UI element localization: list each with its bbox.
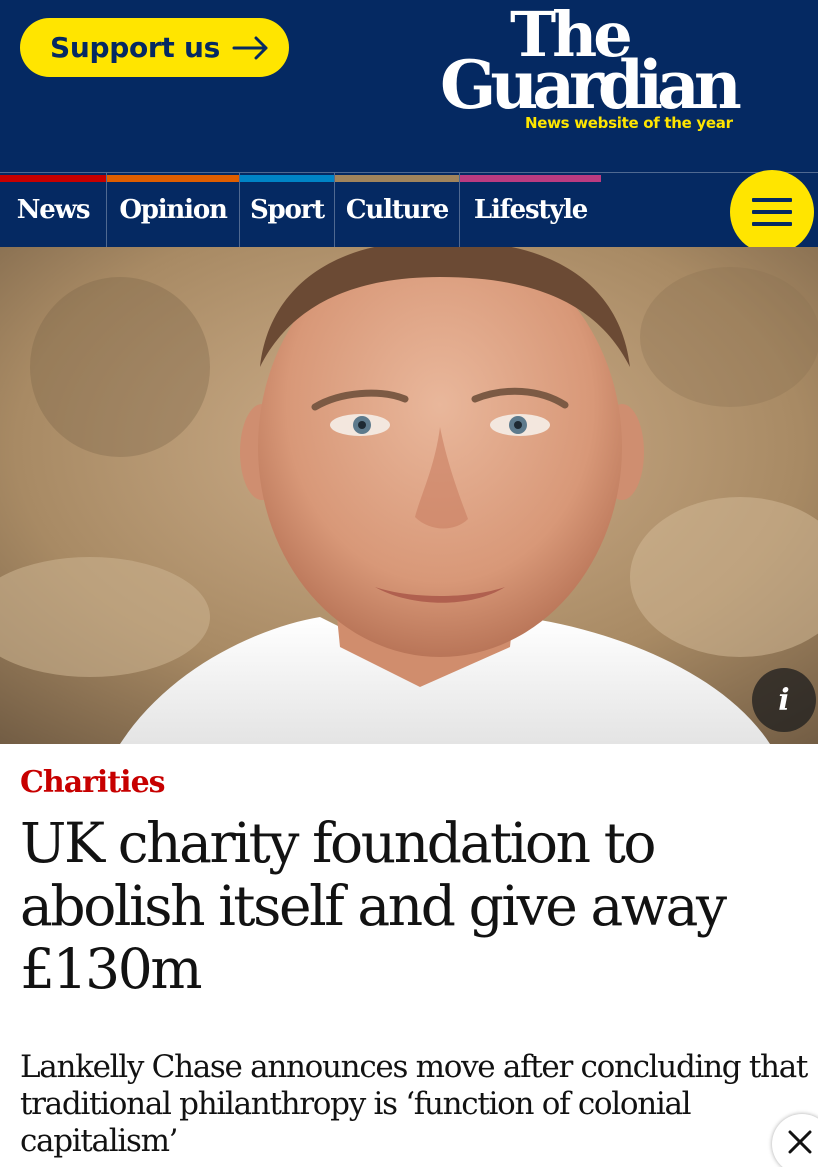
section-kicker[interactable]: Charities <box>20 765 166 800</box>
hamburger-icon-bar-1 <box>752 198 792 202</box>
article-headline: UK charity foundation to abolish itself … <box>20 811 727 1001</box>
nav-stripe-culture <box>335 175 459 182</box>
masthead: Support us The Guardian News website of … <box>0 0 818 254</box>
hero-photo <box>0 247 818 744</box>
support-us-label: Support us <box>50 31 220 64</box>
hamburger-icon-bar-2 <box>752 210 792 214</box>
arrow-right-icon <box>232 36 268 59</box>
primary-nav: News Opinion Sport Culture Lifestyle <box>0 173 601 247</box>
close-icon <box>788 1130 812 1154</box>
portrait-image <box>0 247 818 744</box>
nav-label-culture: Culture <box>345 195 449 225</box>
hamburger-icon-bar-3 <box>752 222 792 226</box>
nav-item-lifestyle[interactable]: Lifestyle <box>460 173 601 247</box>
nav-item-sport[interactable]: Sport <box>240 173 335 247</box>
nav-label-news: News <box>16 195 91 225</box>
support-us-button[interactable]: Support us <box>20 18 289 77</box>
nav-item-culture[interactable]: Culture <box>335 173 460 247</box>
info-icon: i <box>778 682 790 718</box>
article-standfirst: Lankelly Chase announces move after conc… <box>20 1049 808 1159</box>
nav-label-sport: Sport <box>249 195 325 225</box>
nav-item-opinion[interactable]: Opinion <box>107 173 240 247</box>
logo-guardian: Guardian <box>440 46 742 124</box>
image-info-button[interactable]: i <box>752 668 816 732</box>
logo-tagline: News website of the year <box>525 114 733 132</box>
nav-stripe-lifestyle <box>460 175 601 182</box>
nav-stripe-opinion <box>107 175 239 182</box>
nav-label-lifestyle: Lifestyle <box>473 195 588 225</box>
nav-stripe-news <box>0 175 106 182</box>
menu-button[interactable] <box>730 170 814 254</box>
nav-label-opinion: Opinion <box>119 195 228 225</box>
nav-item-news[interactable]: News <box>0 173 107 247</box>
nav-stripe-sport <box>240 175 334 182</box>
